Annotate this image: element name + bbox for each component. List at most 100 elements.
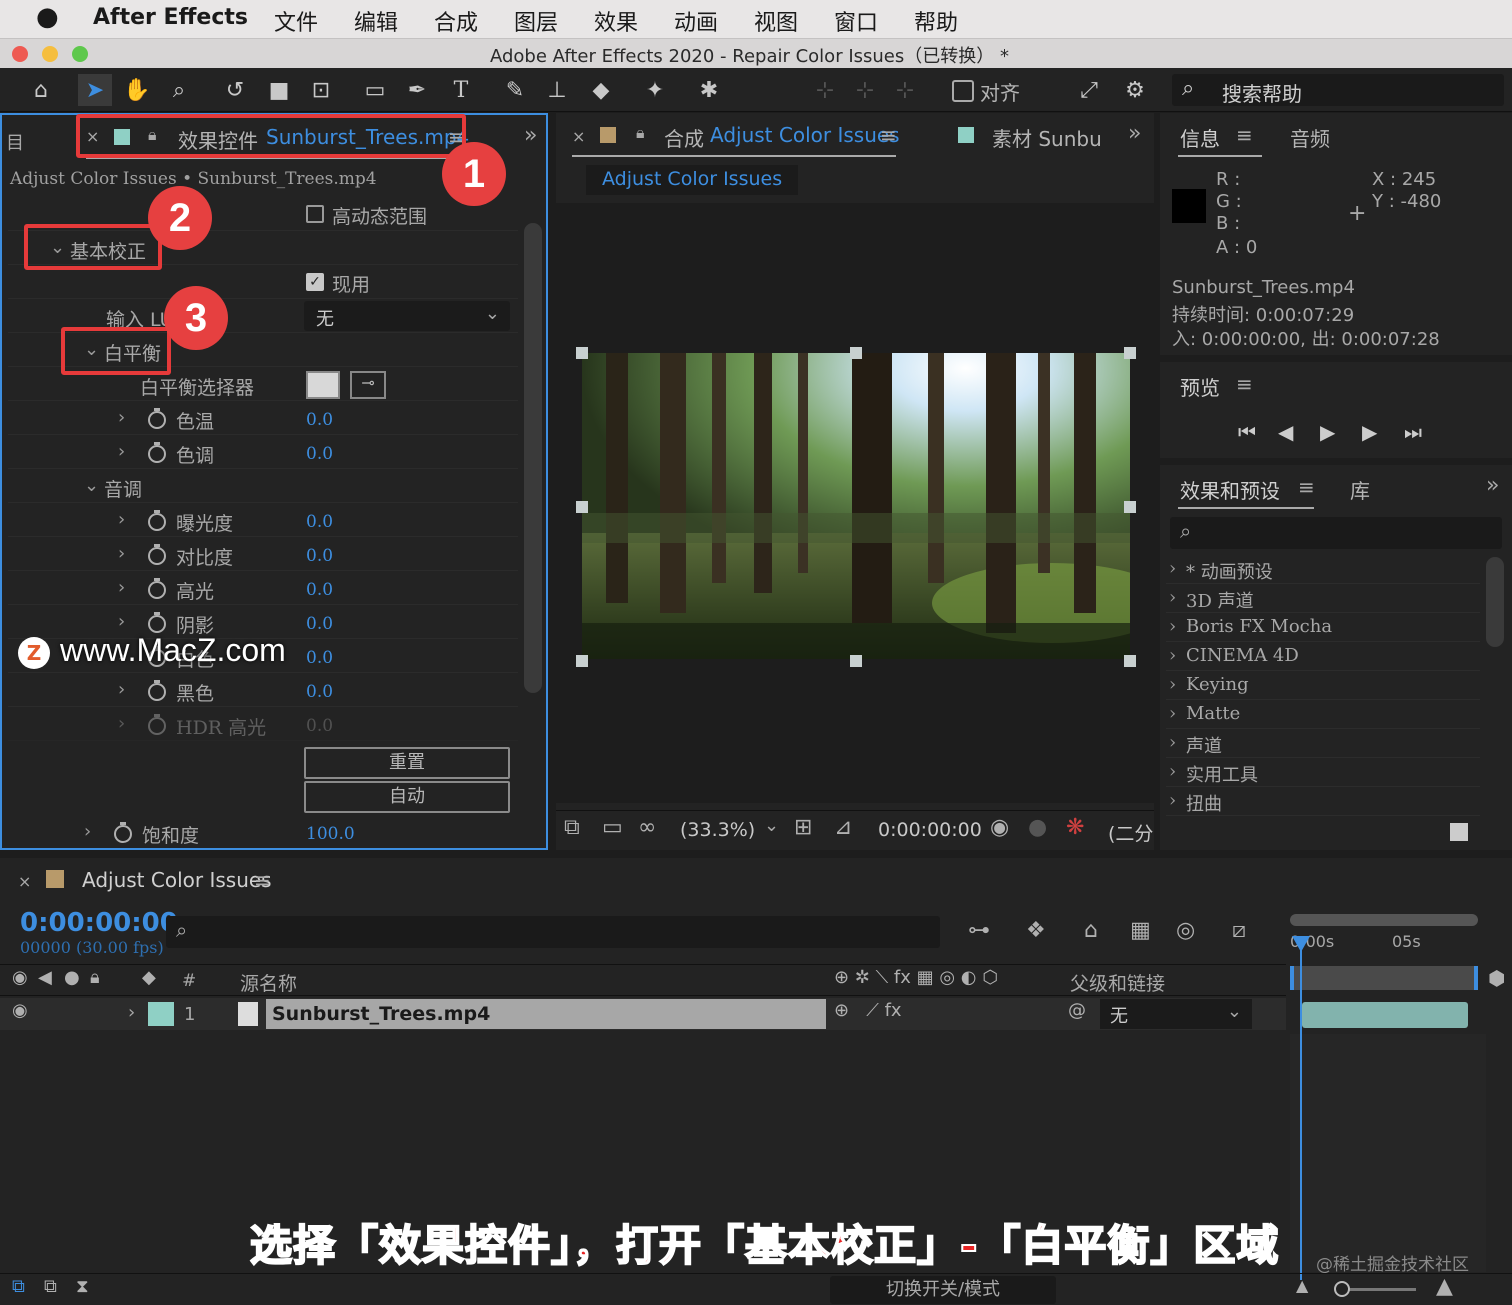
- audio-icon[interactable]: ◀: [38, 967, 52, 988]
- zoom-level[interactable]: (33.3%): [680, 819, 755, 841]
- expand-panels-icon[interactable]: »: [1486, 473, 1499, 498]
- clone-stamp-tool-icon[interactable]: ⊥: [540, 74, 574, 106]
- transfer-controls-icon[interactable]: ⧉: [44, 1276, 57, 1297]
- zoom-slider-thumb[interactable]: [1334, 1281, 1350, 1297]
- effects-list-item[interactable]: › 实用工具: [1166, 758, 1480, 787]
- menu-edit[interactable]: 编辑: [354, 5, 398, 37]
- draft-3d-icon[interactable]: ❖: [1026, 918, 1046, 943]
- comp-timecode[interactable]: 0:00:00:00: [878, 819, 982, 841]
- footage-tab[interactable]: 素材 Sunbu: [992, 123, 1102, 152]
- wb-color-swatch[interactable]: [306, 371, 340, 399]
- work-area-bar[interactable]: [1290, 966, 1478, 990]
- transform-handle[interactable]: [1124, 347, 1136, 359]
- menu-help[interactable]: 帮助: [914, 5, 958, 37]
- time-navigator[interactable]: [1290, 914, 1478, 926]
- tab-menu-icon[interactable]: ≡: [1236, 123, 1253, 147]
- camera-tool-icon[interactable]: ■: [262, 74, 296, 106]
- transform-handle[interactable]: [850, 347, 862, 359]
- tab-menu-icon[interactable]: ≡: [1298, 475, 1315, 499]
- layer-color-swatch[interactable]: [148, 1002, 174, 1026]
- effects-presets-tab[interactable]: 效果和预设: [1180, 475, 1280, 504]
- chevron-right-icon[interactable]: ›: [118, 577, 125, 598]
- transform-handle[interactable]: [576, 501, 588, 513]
- rectangle-tool-icon[interactable]: ▭: [358, 74, 392, 106]
- chevron-right-icon[interactable]: ›: [118, 407, 125, 428]
- close-window-button[interactable]: [12, 46, 28, 62]
- reset-button[interactable]: 重置: [304, 747, 510, 779]
- shadows-value[interactable]: 0.0: [306, 614, 333, 634]
- layer-duration-bar[interactable]: [1302, 1002, 1468, 1028]
- auto-button[interactable]: 自动: [304, 781, 510, 813]
- transform-handle[interactable]: [1124, 501, 1136, 513]
- input-lut-dropdown[interactable]: 无 ⌄: [304, 301, 510, 331]
- stopwatch-icon[interactable]: [148, 612, 166, 633]
- col-source-name[interactable]: 源名称: [240, 969, 297, 996]
- audio-tab[interactable]: 音频: [1290, 123, 1330, 152]
- stopwatch-icon[interactable]: [148, 680, 166, 701]
- toggle-switches-modes[interactable]: 切换开关/模式: [830, 1276, 1056, 1304]
- puppet-tool-icon[interactable]: ✱: [692, 74, 726, 106]
- color-channels-icon[interactable]: ❋: [1066, 815, 1084, 840]
- play-icon[interactable]: ▶: [1320, 420, 1335, 444]
- menu-file[interactable]: 文件: [274, 5, 318, 37]
- comp-tab-name[interactable]: Adjust Color Issues: [710, 123, 900, 147]
- effects-list-item[interactable]: › CINEMA 4D: [1166, 642, 1480, 671]
- layer-name-field[interactable]: Sunburst_Trees.mp4: [266, 999, 826, 1029]
- hdr-checkbox[interactable]: [306, 205, 324, 223]
- temperature-value[interactable]: 0.0: [306, 410, 333, 430]
- menu-view[interactable]: 视图: [754, 5, 798, 37]
- home-icon[interactable]: ⌂: [24, 74, 58, 106]
- motion-blur-icon[interactable]: ◎: [1176, 918, 1195, 943]
- whites-value[interactable]: 0.0: [306, 648, 333, 668]
- composition-flowchart-icon[interactable]: ⊶: [968, 918, 990, 943]
- tab-menu-icon[interactable]: ≡: [254, 868, 271, 892]
- apple-icon[interactable]: ●: [36, 2, 59, 32]
- solo-icon[interactable]: ●: [64, 967, 80, 988]
- scrollbar-thumb[interactable]: [524, 223, 542, 693]
- grid-icon[interactable]: ⊞: [794, 815, 812, 840]
- pan-behind-tool-icon[interactable]: ⊡: [304, 74, 338, 106]
- next-frame-icon[interactable]: ▶: [1362, 420, 1377, 444]
- library-tab[interactable]: 库: [1350, 475, 1370, 504]
- lock-icon[interactable]: 🔒︎: [90, 967, 100, 988]
- tab-menu-icon[interactable]: ≡: [1236, 372, 1253, 396]
- camera-icon[interactable]: ◉: [990, 815, 1009, 840]
- selection-tool-icon[interactable]: ➤: [78, 74, 112, 106]
- stopwatch-icon[interactable]: [148, 578, 166, 599]
- snapshot-region-icon[interactable]: ⧉: [564, 815, 580, 840]
- zoom-out-icon[interactable]: ▲: [1296, 1276, 1308, 1295]
- switches-icons[interactable]: ⊕ ⟋ fx: [834, 1000, 902, 1021]
- layer-switches-icon[interactable]: ⧉: [12, 1276, 25, 1297]
- saturation-value[interactable]: 100.0: [306, 824, 355, 844]
- enable-checkbox[interactable]: ✓: [306, 273, 324, 291]
- info-tab[interactable]: 信息: [1180, 123, 1220, 152]
- axis-world-icon[interactable]: ⊹: [848, 74, 882, 106]
- pick-whip-icon[interactable]: @: [1068, 1000, 1086, 1021]
- eraser-tool-icon[interactable]: ◆: [584, 74, 618, 106]
- menu-window[interactable]: 窗口: [834, 5, 878, 37]
- stopwatch-icon[interactable]: [148, 408, 166, 429]
- chevron-down-icon[interactable]: ⌄: [84, 475, 99, 496]
- transform-handle[interactable]: [576, 347, 588, 359]
- brush-tool-icon[interactable]: ✎: [498, 74, 532, 106]
- transform-handle[interactable]: [1124, 655, 1136, 667]
- new-bin-icon[interactable]: [1450, 823, 1468, 841]
- chevron-right-icon[interactable]: ›: [128, 1002, 135, 1023]
- comp-sub-tab[interactable]: Adjust Color Issues: [586, 165, 798, 195]
- comp-marker-icon[interactable]: ⬢: [1488, 966, 1505, 990]
- label-icon[interactable]: ◆: [142, 967, 156, 988]
- timeline-timecode[interactable]: 0:00:00:00: [20, 908, 178, 938]
- axis-view-icon[interactable]: ⊹: [888, 74, 922, 106]
- tone-row[interactable]: ⌄ 音调: [8, 469, 518, 503]
- graph-editor-icon[interactable]: ⧄: [1232, 918, 1246, 943]
- chevron-right-icon[interactable]: ›: [118, 611, 125, 632]
- zoom-tool-icon[interactable]: ⌕: [162, 74, 196, 106]
- effects-list-item[interactable]: › * 动画预设: [1166, 555, 1480, 584]
- monitor-icon[interactable]: ▭: [602, 815, 623, 840]
- region-of-interest-icon[interactable]: ⊿: [834, 815, 852, 840]
- playhead-marker[interactable]: [1292, 936, 1310, 952]
- effects-list-item[interactable]: › Keying: [1166, 671, 1480, 700]
- timeline-tab[interactable]: Adjust Color Issues: [82, 868, 272, 892]
- effects-list-item[interactable]: › Boris FX Mocha: [1166, 613, 1480, 642]
- preview-tab[interactable]: 预览: [1180, 372, 1220, 401]
